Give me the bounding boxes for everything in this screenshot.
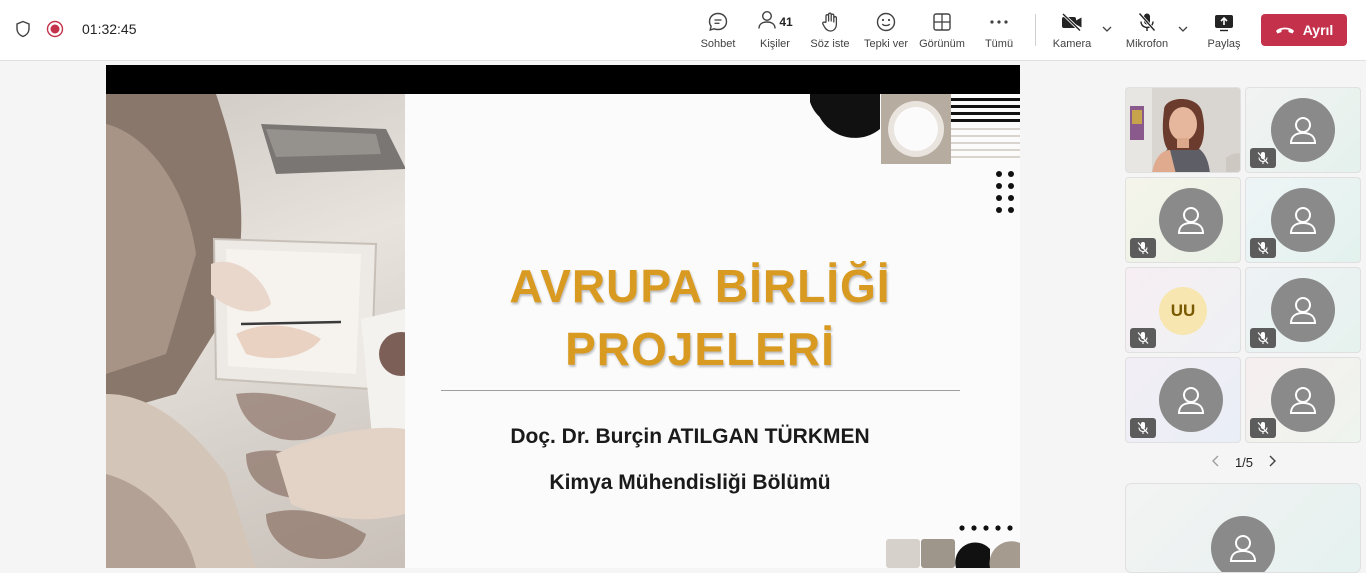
chat-icon — [707, 9, 729, 35]
chat-label: Sohbet — [700, 38, 736, 50]
participant-tile[interactable]: UU — [1125, 267, 1241, 353]
people-count: 41 — [779, 15, 793, 29]
participant-tile[interactable] — [1245, 87, 1361, 173]
participant-video-tile[interactable] — [1125, 87, 1241, 173]
raise-hand-button[interactable]: Söz iste — [810, 9, 850, 55]
more-button[interactable]: Tümü — [983, 9, 1015, 55]
toolbar-divider — [1035, 14, 1036, 46]
gallery-pager: 1/5 — [1210, 454, 1278, 471]
camera-label: Kamera — [1052, 38, 1092, 50]
raise-hand-label: Söz iste — [810, 38, 850, 50]
people-label: Kişiler — [760, 38, 790, 50]
camera-off-icon — [1060, 9, 1084, 35]
meeting-status: 01:32:45 — [14, 20, 137, 38]
shield-icon — [14, 20, 32, 38]
more-dots-icon — [989, 9, 1009, 35]
chat-button[interactable]: Sohbet — [700, 9, 736, 55]
muted-mic-icon — [1250, 418, 1276, 438]
muted-mic-icon — [1250, 238, 1276, 258]
camera-button[interactable]: Kamera — [1051, 9, 1093, 55]
view-label: Görünüm — [919, 38, 965, 50]
recording-icon — [46, 20, 64, 38]
self-avatar-icon — [1211, 516, 1275, 572]
participant-avatar-icon — [1159, 368, 1223, 432]
participant-avatar-icon — [1271, 368, 1335, 432]
more-label: Tümü — [984, 38, 1014, 50]
participant-tile[interactable] — [1245, 177, 1361, 263]
microphone-label: Mikrofon — [1125, 38, 1169, 50]
participant-avatar-icon — [1159, 188, 1223, 252]
muted-mic-icon — [1130, 238, 1156, 258]
camera-options-chevron-icon[interactable] — [1101, 22, 1113, 40]
meeting-toolbar: 01:32:45 Sohbet 41 Kişiler Söz iste Tepk… — [0, 0, 1366, 61]
muted-mic-icon — [1130, 418, 1156, 438]
smiley-icon — [875, 9, 897, 35]
slide-title-line-1: AVRUPA BİRLİĞİ — [509, 260, 891, 312]
meeting-timer: 01:32:45 — [82, 21, 137, 37]
participant-avatar-icon — [1271, 278, 1335, 342]
view-button[interactable]: Görünüm — [918, 9, 966, 55]
next-page-chevron-icon[interactable] — [1266, 454, 1278, 471]
participant-video-feed — [1126, 88, 1240, 172]
hang-up-icon — [1275, 22, 1295, 38]
slide-decoration-bottom — [886, 525, 1020, 568]
slide-presenter-name: Doç. Dr. Burçin ATILGAN TÜRKMEN — [510, 425, 870, 448]
leave-button[interactable]: Ayrıl — [1261, 14, 1347, 46]
participant-avatar-icon — [1271, 98, 1335, 162]
participant-tile[interactable] — [1245, 357, 1361, 443]
leave-label: Ayrıl — [1302, 22, 1334, 38]
slide-title-line-2: PROJELERİ — [565, 323, 835, 375]
participant-tile[interactable] — [1125, 357, 1241, 443]
slide-department: Kimya Mühendisliği Bölümü — [549, 471, 831, 494]
slide-decoration-top — [810, 94, 1020, 213]
react-label: Tepki ver — [863, 38, 909, 50]
self-view-tile[interactable] — [1125, 483, 1361, 573]
mic-options-chevron-icon[interactable] — [1177, 22, 1189, 40]
slide-divider-line — [441, 390, 960, 391]
previous-page-chevron-icon[interactable] — [1210, 454, 1222, 471]
grid-view-icon — [932, 9, 952, 35]
muted-mic-icon — [1130, 328, 1156, 348]
muted-mic-icon — [1250, 148, 1276, 168]
microphone-button[interactable]: Mikrofon — [1124, 9, 1170, 55]
react-button[interactable]: Tepki ver — [863, 9, 909, 55]
slide-top-band — [106, 65, 1020, 94]
people-button[interactable]: 41 Kişiler — [753, 9, 797, 55]
muted-mic-icon — [1250, 328, 1276, 348]
share-button[interactable]: Paylaş — [1206, 9, 1242, 55]
participant-tile[interactable] — [1245, 267, 1361, 353]
slide-content: AVRUPA BİRLİĞİ PROJELERİ Doç. Dr. Burçin… — [405, 94, 1020, 568]
participant-initials-avatar: UU — [1159, 287, 1207, 335]
gallery-page-indicator: 1/5 — [1234, 455, 1254, 470]
hand-icon — [820, 9, 840, 35]
shared-screen: AVRUPA BİRLİĞİ PROJELERİ Doç. Dr. Burçin… — [106, 65, 1020, 568]
slide-office-photo — [106, 94, 405, 568]
participant-avatar-icon — [1271, 188, 1335, 252]
mic-off-icon — [1136, 9, 1158, 35]
share-label: Paylaş — [1207, 38, 1241, 50]
share-upload-icon — [1213, 9, 1235, 35]
people-icon — [757, 9, 777, 36]
participant-tile[interactable] — [1125, 177, 1241, 263]
